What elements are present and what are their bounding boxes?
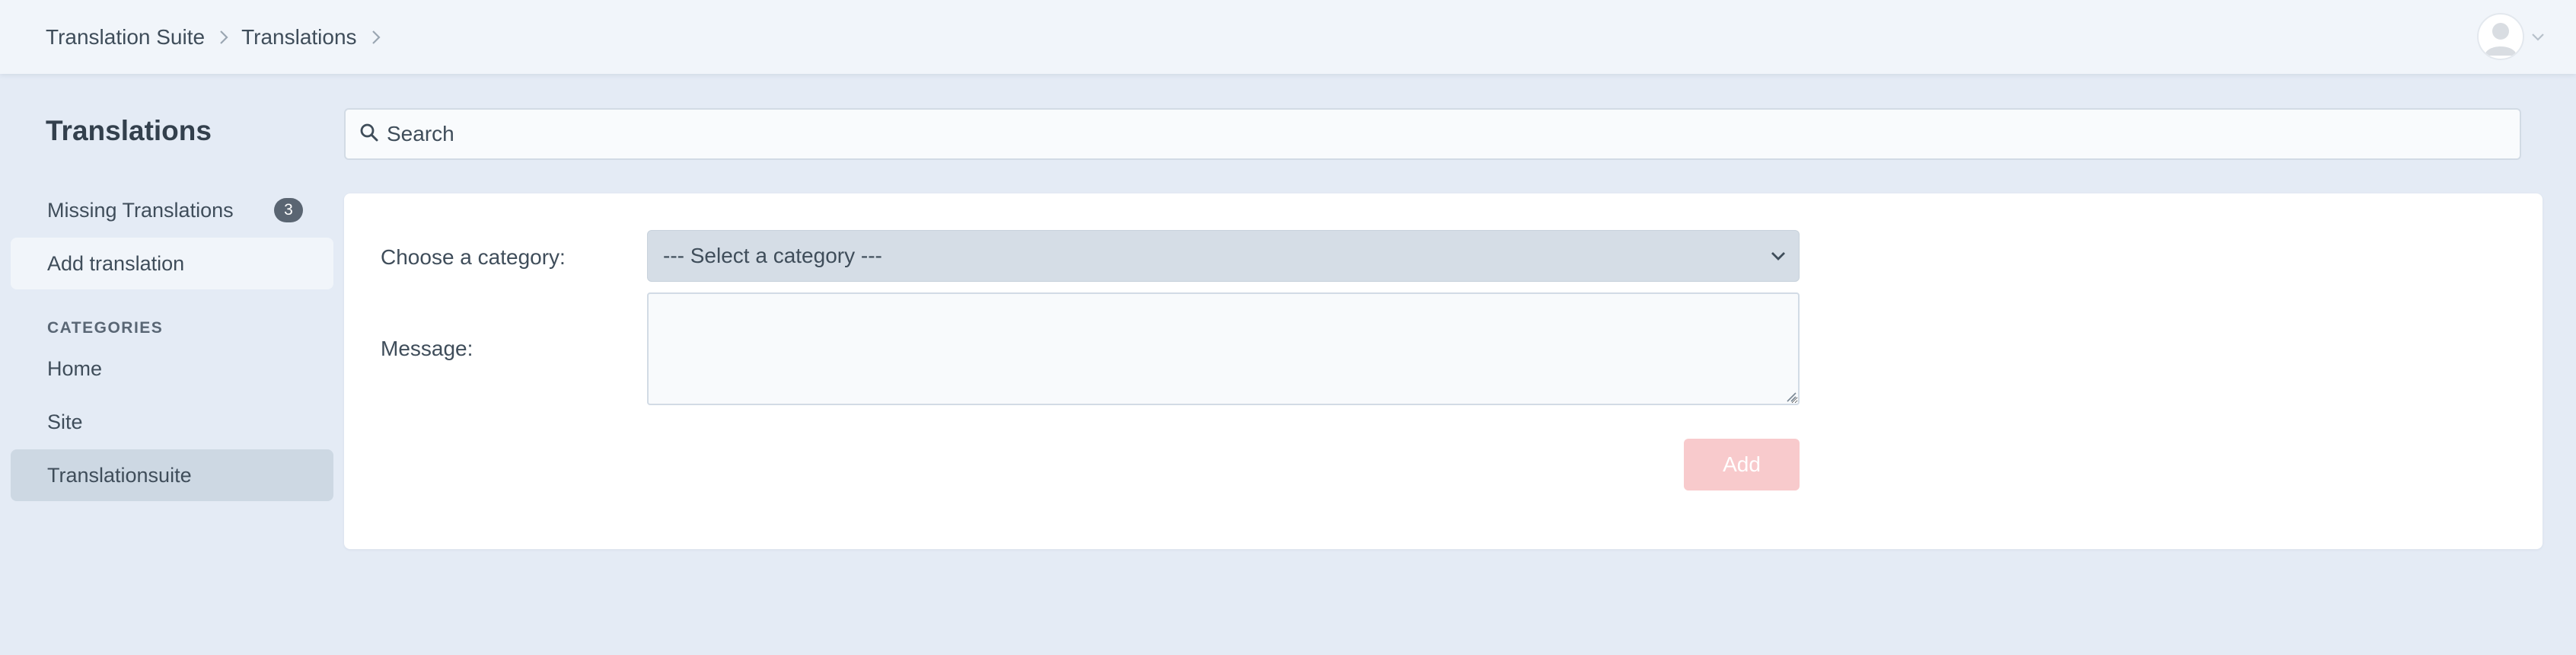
- categories-heading: Categories: [47, 319, 164, 337]
- sidebar-item-label: Site: [47, 410, 83, 433]
- chevron-down-icon[interactable]: [2530, 31, 2546, 42]
- message-textarea[interactable]: [647, 292, 1800, 405]
- breadcrumb-item-translation-suite[interactable]: Translation Suite: [46, 25, 205, 50]
- category-select-value: --- Select a category ---: [663, 244, 882, 267]
- resize-grip-icon[interactable]: [1786, 391, 1797, 406]
- chevron-right-icon: [371, 29, 381, 46]
- breadcrumb-item-translations[interactable]: Translations: [241, 25, 356, 50]
- category-select[interactable]: --- Select a category ---: [647, 230, 1800, 282]
- count-badge: 3: [274, 198, 303, 222]
- add-translation-form: Choose a category: --- Select a category…: [344, 193, 2543, 549]
- search-input[interactable]: [387, 122, 2442, 146]
- sidebar-item-add-translation[interactable]: Add translation: [11, 238, 333, 289]
- sidebar-item-label: Translationsuite: [47, 463, 192, 487]
- top-bar: Translation Suite Translations: [0, 0, 2576, 74]
- search-bar[interactable]: [344, 108, 2521, 160]
- sidebar-item-label: Missing Translations: [47, 198, 234, 222]
- search-icon: [359, 123, 379, 146]
- user-menu[interactable]: [2477, 13, 2546, 60]
- chevron-right-icon: [218, 29, 229, 46]
- sidebar: Translations Missing Translations 3 Add …: [11, 107, 333, 503]
- add-button[interactable]: Add: [1684, 439, 1800, 490]
- breadcrumb: Translation Suite Translations: [46, 25, 394, 50]
- sidebar-item-label: Home: [47, 356, 103, 380]
- sidebar-item-site[interactable]: Site: [11, 396, 333, 448]
- category-label: Choose a category:: [381, 245, 566, 269]
- sidebar-item-missing-translations[interactable]: Missing Translations 3: [11, 184, 333, 236]
- sidebar-item-label: Add translation: [47, 251, 185, 275]
- sidebar-item-home[interactable]: Home: [11, 343, 333, 395]
- sidebar-nav: Missing Translations 3 Add translation C…: [11, 184, 333, 501]
- sidebar-title: Translations: [46, 115, 212, 146]
- sidebar-item-translationsuite[interactable]: Translationsuite: [11, 449, 333, 501]
- user-avatar-icon[interactable]: [2477, 13, 2524, 60]
- chevron-down-icon: [1770, 250, 1787, 262]
- message-label: Message:: [381, 337, 473, 360]
